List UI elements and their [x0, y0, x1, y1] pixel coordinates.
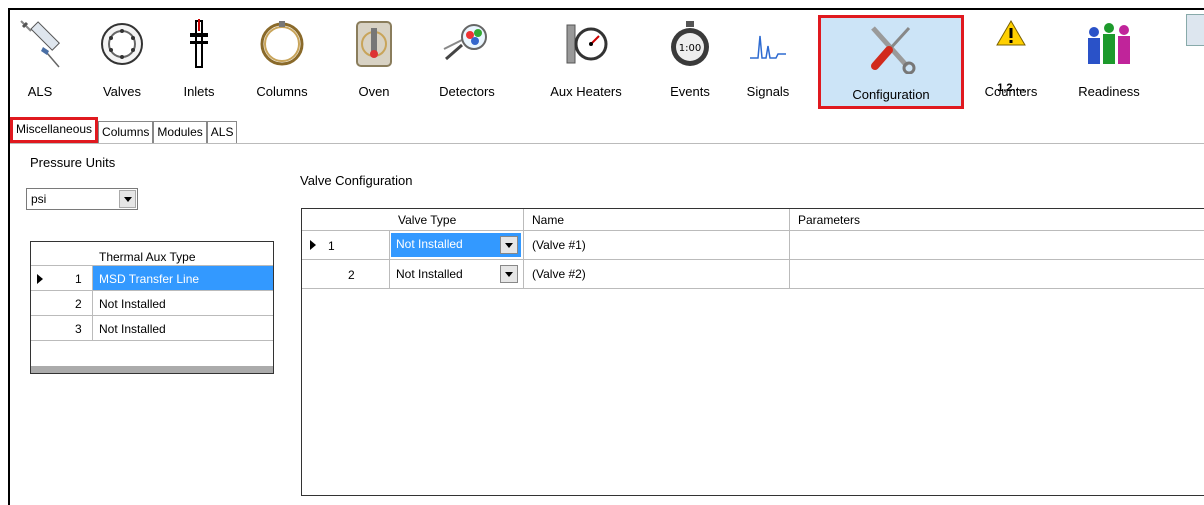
toolbar-valves-label: Valves [102, 84, 142, 99]
screwdriver-wrench-icon [863, 18, 919, 78]
table-row-header[interactable]: 1 [302, 231, 390, 260]
gc-configuration-window: ALS Valves Inlets Columns Oven Detectors… [8, 8, 1204, 505]
thermal-aux-header-label: Thermal Aux Type [99, 250, 196, 264]
valve-configuration-label: Valve Configuration [300, 173, 413, 188]
toolbar-detectors-label: Detectors [439, 84, 495, 99]
thermal-aux-type-cell: Not Installed [99, 322, 166, 336]
tabs-divider [10, 143, 1204, 144]
toolbar-detectors-button[interactable]: Detectors [430, 14, 504, 110]
toolbar-signals-label: Signals [746, 84, 790, 99]
grid-corner [302, 209, 390, 231]
toolbar-als-label: ALS [27, 84, 53, 99]
table-row[interactable]: MSD Transfer Line [93, 266, 273, 291]
thermal-aux-type-cell: MSD Transfer Line [99, 272, 200, 286]
toolbar-columns-label: Columns [256, 84, 308, 99]
valve-params-header: Parameters [790, 209, 1204, 231]
warning-icon [983, 14, 1039, 62]
table-row-header[interactable]: 2 [31, 291, 93, 316]
valve-type-header-label: Valve Type [398, 213, 457, 227]
table-row-header[interactable]: 3 [31, 316, 93, 341]
valve-params-header-label: Parameters [798, 213, 861, 227]
toolbar-events-label: Events [670, 84, 710, 99]
people-icon [1081, 14, 1137, 74]
valve-type-value: Not Installed [396, 237, 463, 251]
grid-corner [31, 242, 93, 266]
thermal-aux-header: Thermal Aux Type [93, 242, 273, 266]
row-number: 1 [75, 272, 82, 286]
valve-type-cell[interactable]: Not Installed [390, 260, 524, 289]
row-pointer-icon [37, 274, 43, 284]
pressure-units-label: Pressure Units [30, 155, 116, 170]
valve-name-header: Name [524, 209, 790, 231]
config-tabs: Miscellaneous Columns Modules ALS [10, 117, 238, 143]
row-number: 3 [75, 322, 82, 336]
pressure-units-select[interactable]: psi [26, 188, 138, 210]
table-row-header[interactable]: 1 [31, 266, 93, 291]
valve-name-cell[interactable]: (Valve #1) [524, 231, 790, 260]
valve-configuration-grid: Valve Type Name Parameters 1 Not Install… [301, 208, 1204, 496]
toolbar-inlets-button[interactable]: Inlets [174, 14, 224, 110]
toolbar-configuration-label: Configuration [852, 87, 930, 102]
table-row-header[interactable]: 2 [302, 260, 390, 289]
chromatogram-icon [740, 14, 796, 74]
inlet-icon [171, 14, 227, 74]
toolbar-oven-label: Oven [358, 84, 390, 99]
chevron-down-icon[interactable] [119, 190, 136, 208]
thermal-aux-grid: Thermal Aux Type 1 MSD Transfer Line 2 N… [30, 241, 274, 374]
gauge-icon [558, 14, 614, 74]
chevron-down-icon[interactable] [500, 265, 518, 283]
valve-type-cell[interactable]: Not Installed [390, 231, 524, 260]
valve-name-value: (Valve #1) [532, 238, 586, 252]
row-number: 1 [328, 239, 335, 253]
toolbar-oven-button[interactable]: Oven [350, 14, 398, 110]
valve-type-header: Valve Type [390, 209, 524, 231]
valve-name-header-label: Name [532, 213, 565, 227]
stopwatch-icon: 1:00 [662, 14, 718, 74]
toolbar-als-button[interactable]: ALS [16, 14, 64, 110]
toolbar-columns-button[interactable]: Columns [250, 14, 314, 110]
valve-name-value: (Valve #2) [532, 267, 586, 281]
tab-als[interactable]: ALS [206, 121, 238, 143]
column-coil-icon [254, 14, 310, 74]
table-row[interactable]: Not Installed [93, 291, 273, 316]
syringe-icon [12, 14, 68, 74]
thermal-aux-type-cell: Not Installed [99, 297, 166, 311]
toolbar-counters-button[interactable]: 1,2,... Counters [976, 14, 1046, 110]
toolbar-aux-heaters-label: Aux Heaters [550, 84, 622, 99]
overflow-icon[interactable] [1186, 14, 1204, 46]
valve-params-cell[interactable] [790, 260, 1204, 289]
toolbar-events-button[interactable]: 1:00 Events [662, 14, 718, 110]
toolbar-readiness-label: Readiness [1078, 84, 1140, 99]
row-number: 2 [348, 268, 355, 282]
chevron-down-icon[interactable] [500, 236, 518, 254]
valve-icon [94, 14, 150, 74]
pressure-units-value: psi [31, 192, 47, 206]
tab-columns[interactable]: Columns [98, 121, 154, 143]
toolbar-valves-button[interactable]: Valves [94, 14, 150, 110]
toolbar-signals-button[interactable]: Signals [740, 14, 796, 110]
valve-name-cell[interactable]: (Valve #2) [524, 260, 790, 289]
toolbar-aux-heaters-button[interactable]: Aux Heaters [534, 14, 638, 110]
row-pointer-icon [310, 240, 316, 250]
valve-type-value: Not Installed [396, 267, 463, 281]
table-row[interactable]: Not Installed [93, 316, 273, 341]
valve-params-cell[interactable] [790, 231, 1204, 260]
stopwatch-readout: 1:00 [679, 43, 701, 54]
counters-sequence-text: 1,2,... [997, 82, 1025, 94]
oven-icon [346, 14, 402, 74]
row-number: 2 [75, 297, 82, 311]
toolbar-readiness-button[interactable]: Readiness [1074, 14, 1144, 110]
toolbar: ALS Valves Inlets Columns Oven Detectors… [10, 10, 1204, 112]
detector-magnifier-icon [439, 14, 495, 74]
toolbar-configuration-button[interactable]: Configuration [818, 15, 964, 109]
toolbar-inlets-label: Inlets [183, 84, 215, 99]
tab-modules[interactable]: Modules [153, 121, 207, 143]
tab-miscellaneous[interactable]: Miscellaneous [10, 117, 99, 143]
